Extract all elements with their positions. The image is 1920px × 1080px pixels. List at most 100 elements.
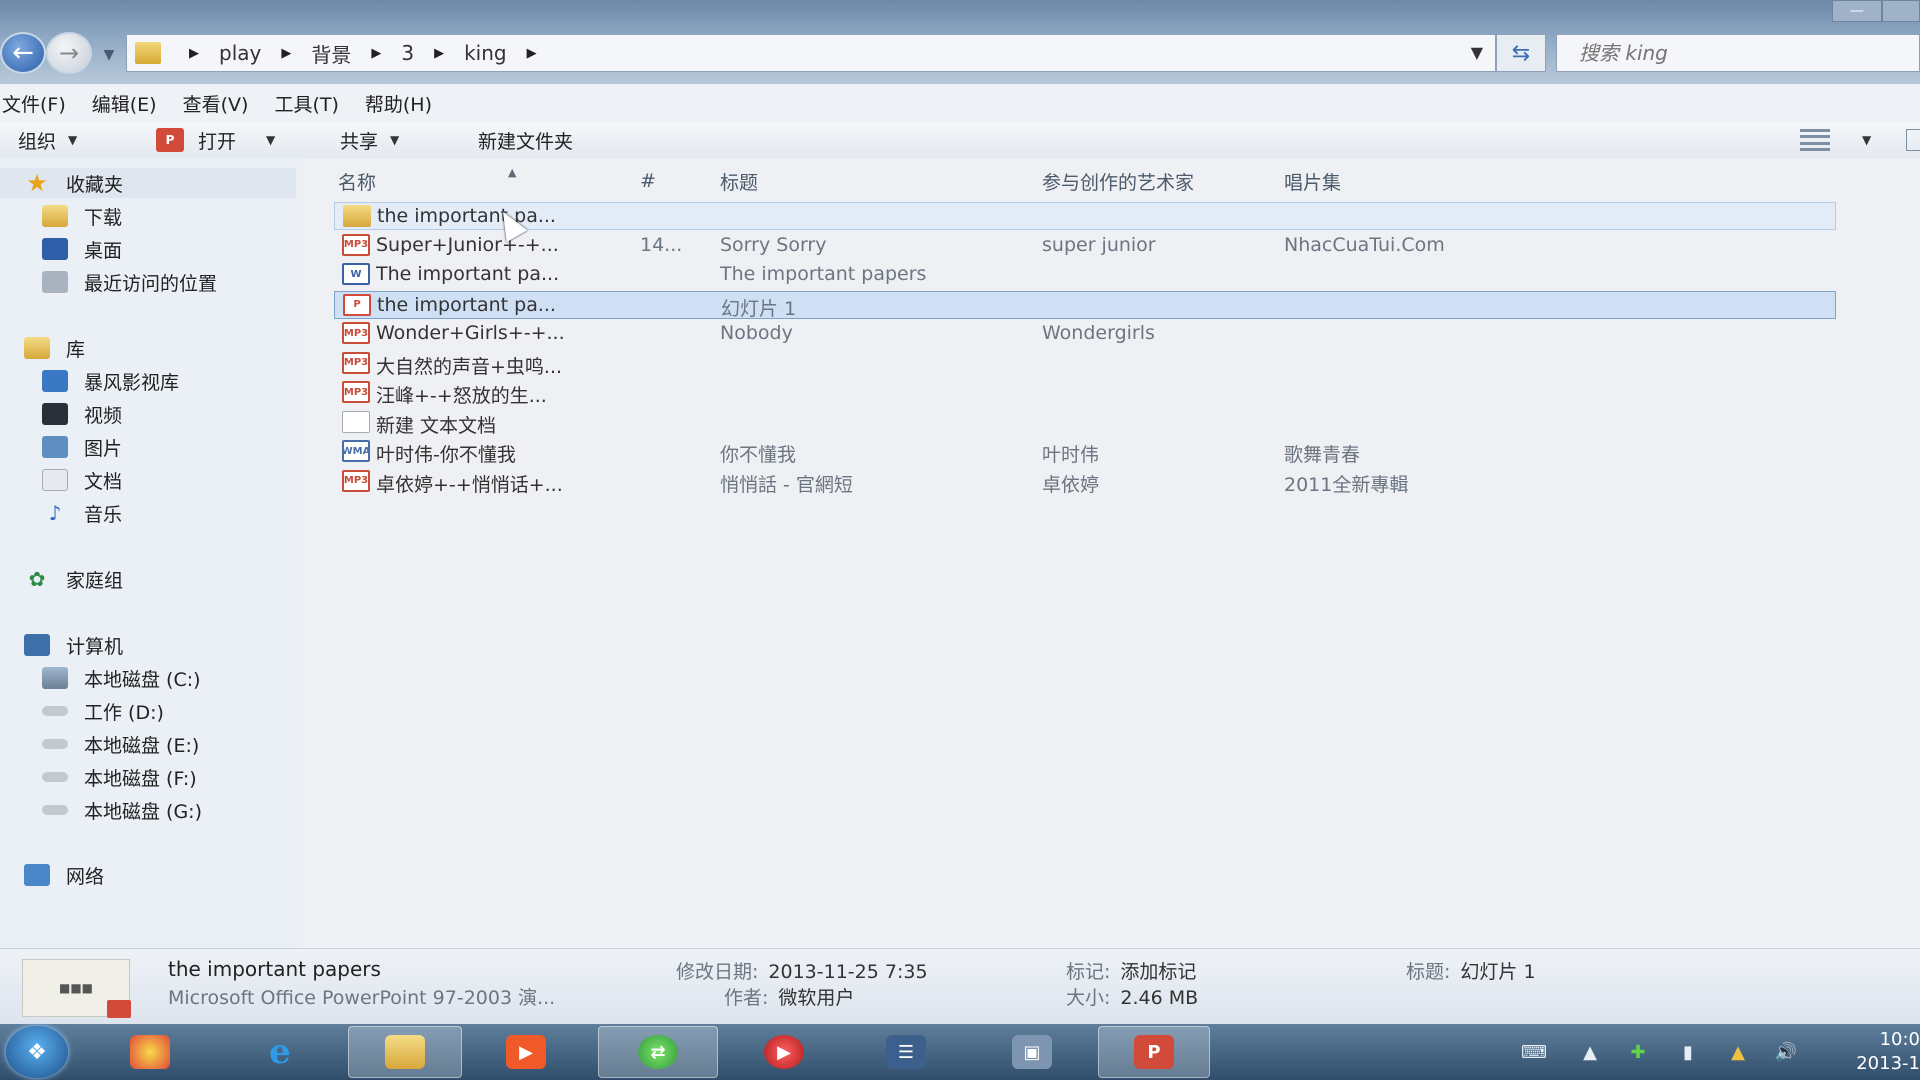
breadcrumb-separator-icon[interactable]: ▶ bbox=[434, 46, 444, 61]
computer-icon bbox=[24, 634, 50, 656]
nav-label: 工作 (D:) bbox=[84, 701, 164, 724]
menu-edit[interactable]: 编辑(E) bbox=[90, 90, 181, 117]
breadcrumb-separator-icon[interactable]: ▶ bbox=[371, 46, 381, 61]
taskbar-app-green[interactable]: ⇄ bbox=[598, 1026, 718, 1078]
nav-recent-places[interactable]: 最近访问的位置 bbox=[42, 267, 217, 297]
file-row[interactable]: MP3 Super+Junior+-+... 14... Sorry Sorry sup… bbox=[334, 232, 1836, 260]
back-button[interactable]: ← bbox=[0, 32, 46, 74]
details-value[interactable]: 幻灯片 1 bbox=[1460, 961, 1535, 983]
menu-help[interactable]: 帮助(H) bbox=[363, 90, 456, 117]
keyboard-icon[interactable]: ⌨ bbox=[1520, 1038, 1548, 1066]
nav-desktop[interactable]: 桌面 bbox=[42, 234, 122, 264]
homegroup-icon: ✿ bbox=[28, 567, 46, 591]
file-row[interactable]: 新建 文本文档 bbox=[334, 409, 1836, 437]
search-input[interactable] bbox=[1557, 35, 1919, 71]
network-signal-icon[interactable]: ▲ bbox=[1724, 1038, 1752, 1066]
taskbar-app-list[interactable]: ☰ bbox=[852, 1026, 960, 1078]
recent-pages-dropdown[interactable]: ▼ bbox=[98, 44, 120, 66]
taskbar-app-network[interactable]: ▣ bbox=[978, 1026, 1086, 1078]
search-box[interactable] bbox=[1556, 34, 1920, 72]
file-row[interactable]: W The important pa... The important papers bbox=[334, 261, 1836, 289]
file-row[interactable]: WMA 叶时伟-你不懂我 你不懂我 叶时伟 歌舞青春 bbox=[334, 438, 1836, 466]
menu-view[interactable]: 查看(V) bbox=[181, 90, 273, 117]
chevron-down-icon[interactable]: ▼ bbox=[266, 133, 275, 147]
column-header-artist[interactable]: 参与创作的艺术家 bbox=[1042, 166, 1194, 196]
nav-drive-e[interactable]: 本地磁盘 (E:) bbox=[42, 729, 199, 759]
file-row[interactable]: Pthe important pa... 幻灯片 1 bbox=[334, 290, 1836, 320]
open-button[interactable]: P 打开 ▼ bbox=[156, 122, 275, 158]
cell-name: 汪峰+-+怒放的生... bbox=[376, 385, 547, 407]
system-clock[interactable]: 10:0 2013-1 bbox=[1838, 1028, 1920, 1076]
nav-downloads[interactable]: 下载 bbox=[42, 201, 122, 231]
address-history-dropdown[interactable]: ▼ bbox=[1471, 43, 1483, 62]
column-header-album[interactable]: 唱片集 bbox=[1284, 166, 1341, 196]
details-title[interactable]: 标题: 幻灯片 1 bbox=[1406, 957, 1536, 984]
file-row[interactable]: MP3 大自然的声音+虫鸣... bbox=[334, 350, 1836, 378]
taskbar-app-powerpoint[interactable]: P bbox=[1098, 1026, 1210, 1078]
menu-file[interactable]: 文件(F) bbox=[0, 90, 90, 117]
minimize-button[interactable]: — bbox=[1832, 0, 1882, 22]
battery-icon[interactable]: ▮ bbox=[1674, 1038, 1702, 1066]
refresh-button[interactable]: ⇆ bbox=[1496, 34, 1546, 72]
breadcrumb-item[interactable]: play bbox=[217, 41, 263, 65]
details-filename: the important papers bbox=[168, 957, 381, 981]
nav-drive-c[interactable]: 本地磁盘 (C:) bbox=[42, 663, 201, 693]
view-dropdown[interactable]: ▼ bbox=[1850, 122, 1871, 158]
details-value[interactable]: 添加标记 bbox=[1120, 961, 1196, 983]
details-author[interactable]: 作者: 微软用户 bbox=[724, 983, 854, 1010]
new-folder-button[interactable]: 新建文件夹 bbox=[478, 122, 573, 158]
address-bar[interactable]: ▶ play ▶ 背景 ▶ 3 ▶ king ▶ ▼ bbox=[126, 34, 1496, 72]
taskbar-app-360[interactable] bbox=[96, 1026, 204, 1078]
nav-favorites[interactable]: ★ 收藏夹 bbox=[0, 168, 296, 198]
desktop-icon bbox=[42, 238, 68, 260]
maximize-button[interactable] bbox=[1882, 0, 1920, 22]
show-hidden-icons-icon[interactable]: ▲ bbox=[1576, 1038, 1604, 1066]
column-header-title[interactable]: 标题 bbox=[720, 166, 758, 196]
cell-name: The important pa... bbox=[376, 263, 560, 285]
nav-computer[interactable]: 计算机 bbox=[24, 630, 123, 660]
preview-pane-icon bbox=[1906, 129, 1920, 151]
taskbar-app-player[interactable]: ▶ bbox=[730, 1026, 838, 1078]
nav-label: 库 bbox=[66, 338, 86, 361]
forward-button[interactable]: → bbox=[46, 32, 92, 74]
nav-documents[interactable]: 文档 bbox=[42, 465, 122, 495]
preview-pane-button[interactable] bbox=[1906, 122, 1920, 158]
nav-drive-f[interactable]: 本地磁盘 (F:) bbox=[42, 762, 197, 792]
volume-icon[interactable]: 🔊 bbox=[1772, 1038, 1800, 1066]
nav-network[interactable]: 网络 bbox=[24, 860, 104, 890]
chevron-down-icon: ▼ bbox=[1862, 133, 1872, 147]
nav-videos[interactable]: 视频 bbox=[42, 399, 122, 429]
security-shield-icon[interactable]: ✚ bbox=[1624, 1038, 1652, 1066]
menu-tools[interactable]: 工具(T) bbox=[272, 90, 362, 117]
file-row[interactable]: MP3 Wonder+Girls+-+... Nobody Wondergirls bbox=[334, 320, 1836, 348]
nav-drive-d[interactable]: 工作 (D:) bbox=[42, 696, 164, 726]
breadcrumb-separator-icon[interactable]: ▶ bbox=[281, 46, 291, 61]
nav-baofeng-library[interactable]: 暴风影视库 bbox=[42, 366, 179, 396]
file-row[interactable]: MP3 汪峰+-+怒放的生... bbox=[334, 379, 1836, 407]
file-row[interactable]: MP3 卓依婷+-+悄悄话+... 悄悄話 - 官網短 卓依婷 2011全新專輯 bbox=[334, 468, 1836, 496]
breadcrumb-separator-icon[interactable]: ▶ bbox=[527, 46, 537, 61]
file-row[interactable]: the important pa... bbox=[334, 202, 1836, 230]
taskbar-app-ie[interactable]: e bbox=[226, 1026, 334, 1078]
start-button[interactable]: ❖ bbox=[6, 1026, 68, 1078]
breadcrumb-item[interactable]: 3 bbox=[399, 41, 416, 65]
details-tags[interactable]: 标记: 添加标记 bbox=[1066, 957, 1196, 984]
taskbar-app-explorer[interactable] bbox=[348, 1026, 462, 1078]
nav-homegroup[interactable]: ✿ 家庭组 bbox=[24, 564, 123, 594]
nav-libraries[interactable]: 库 bbox=[24, 333, 85, 363]
cell-name: 卓依婷+-+悄悄话+... bbox=[376, 473, 563, 496]
column-header-name[interactable]: 名称 ▲ bbox=[338, 166, 516, 196]
column-header-number[interactable]: # bbox=[640, 166, 656, 196]
organize-button[interactable]: 组织 ▼ bbox=[18, 122, 77, 158]
breadcrumb-item[interactable]: king bbox=[462, 41, 509, 65]
breadcrumb-item[interactable]: 背景 bbox=[309, 39, 353, 68]
nav-music[interactable]: ♪ 音乐 bbox=[42, 498, 122, 528]
nav-pictures[interactable]: 图片 bbox=[42, 432, 122, 462]
view-options-button[interactable] bbox=[1800, 122, 1830, 158]
breadcrumb-separator-icon[interactable]: ▶ bbox=[189, 46, 199, 61]
nav-drive-g[interactable]: 本地磁盘 (G:) bbox=[42, 795, 202, 825]
powerpoint-icon: P bbox=[1134, 1035, 1174, 1069]
details-value[interactable]: 微软用户 bbox=[778, 987, 854, 1009]
taskbar-app-media[interactable]: ▶ bbox=[472, 1026, 580, 1078]
share-button[interactable]: 共享 ▼ bbox=[340, 122, 399, 158]
